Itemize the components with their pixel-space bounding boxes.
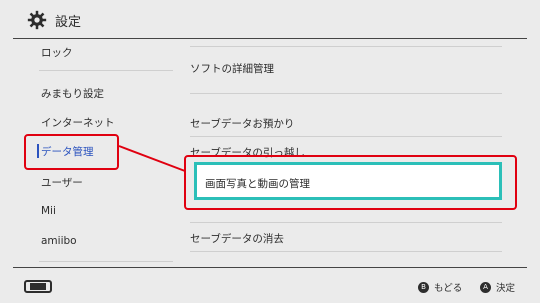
back-button[interactable]: B もどる	[418, 280, 462, 294]
confirm-label: 決定	[496, 283, 516, 294]
confirm-button[interactable]: A 決定	[480, 280, 515, 294]
annotation-connector	[118, 145, 186, 172]
a-button-icon: A	[480, 281, 491, 293]
footer-bar: B もどる A 決定	[0, 268, 540, 303]
console-icon	[24, 280, 52, 293]
b-button-icon: B	[418, 281, 429, 293]
back-label: もどる	[434, 283, 463, 294]
